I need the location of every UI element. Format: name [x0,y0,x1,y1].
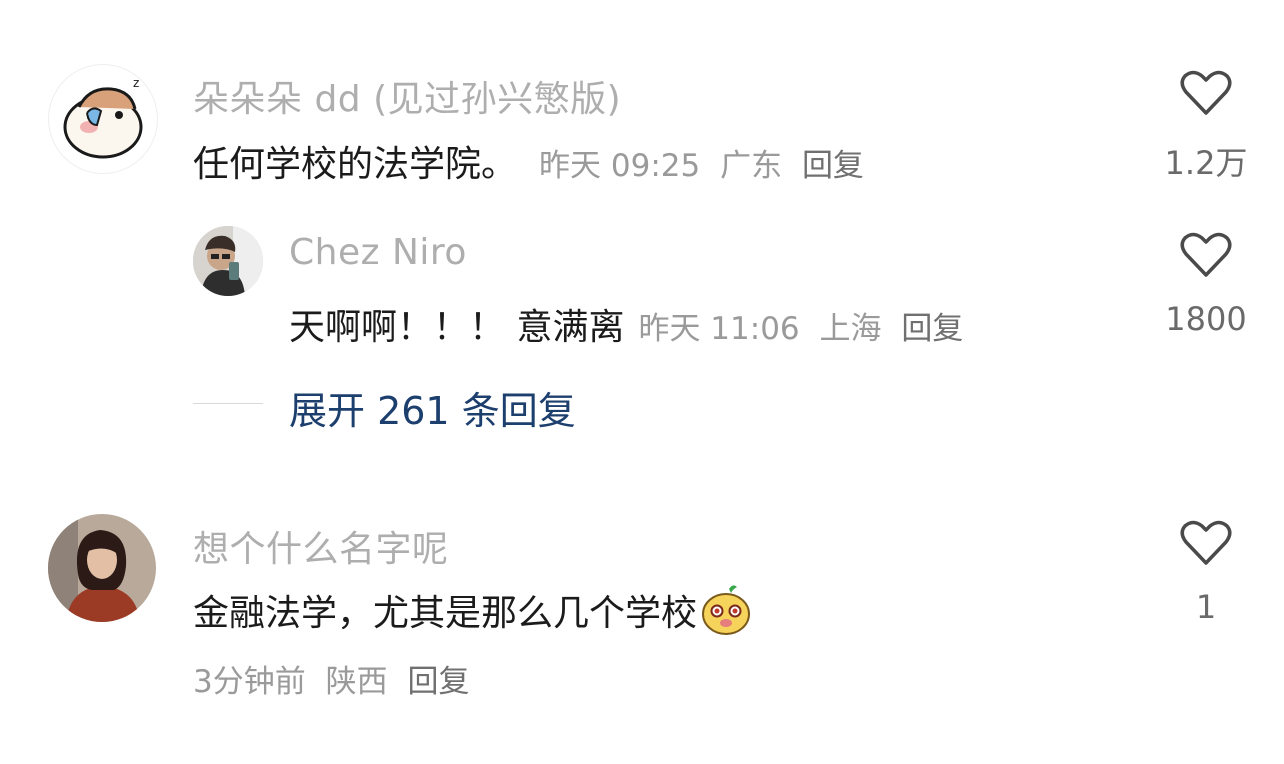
reply-meta: 昨天 11:06 上海 回复 [638,303,973,348]
svg-text:z: z [142,73,147,83]
reply-body: 天啊啊！！！ 意满离 昨天 11:06 上海 回复 [289,298,973,350]
selfie-photo-icon [193,226,263,296]
woman-portrait-icon [48,514,156,622]
reply-time: 昨天 11:06 [638,311,800,347]
like-button[interactable] [1146,70,1266,120]
comment-username[interactable]: 想个什么名字呢 [193,520,449,572]
heart-icon [1180,70,1232,115]
avatar[interactable] [193,226,263,296]
reply-text: 天啊啊！！！ 意满离 [289,307,625,348]
avatar[interactable] [48,514,156,622]
like-button[interactable] [1146,232,1266,282]
comment-meta: 3分钟前 陕西 回复 [193,656,479,701]
divider [193,403,263,404]
comment-body: 任何学校的法学院。 昨天 09:25 广东 回复 [193,135,874,187]
reply-button[interactable]: 回复 [901,311,963,347]
like-count: 1800 [1165,300,1247,338]
comment-location: 陕西 [325,664,388,700]
reply-username[interactable]: Chez Niro [289,232,467,273]
comment-location: 广东 [720,148,783,184]
reply-button[interactable]: 回复 [802,148,864,184]
avatar[interactable]: z z [48,64,158,174]
comment-meta: 昨天 09:25 广东 回复 [539,140,874,185]
like-count: 1.2万 [1164,144,1248,182]
comment-text: 金融法学，尤其是那么几个学校 [193,593,698,634]
dog-face-emoji [699,583,753,637]
comment-text: 任何学校的法学院。 [193,144,518,185]
like-button[interactable] [1146,520,1266,570]
comment-body: 金融法学，尤其是那么几个学校 [193,583,753,637]
svg-text:z: z [133,76,139,90]
expand-replies-link[interactable]: 展开 261 条回复 [289,380,576,435]
reply-location: 上海 [819,311,882,347]
comment-username[interactable]: 朵朵朵 dd (见过孙兴慜版) [193,70,621,122]
like-count: 1 [1195,588,1217,626]
heart-icon [1180,520,1232,565]
reply-button[interactable]: 回复 [407,664,469,700]
comment-time: 昨天 09:25 [539,148,701,184]
comment-time: 3分钟前 [193,664,306,700]
heart-icon [1180,232,1232,277]
hamster-sticker-icon: z z [63,73,147,159]
